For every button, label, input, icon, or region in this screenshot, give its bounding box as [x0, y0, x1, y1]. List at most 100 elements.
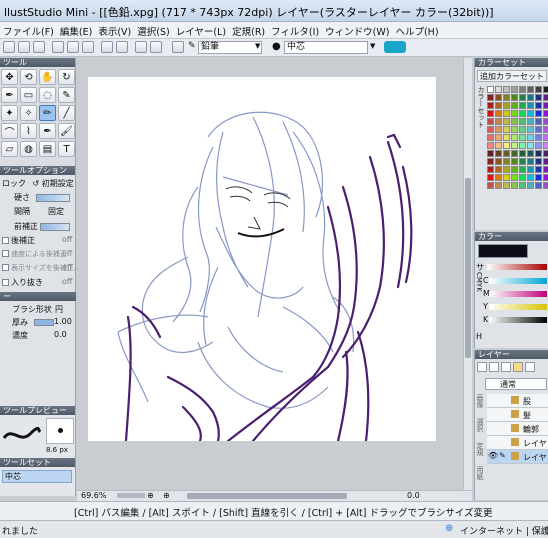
color-swatch[interactable]	[543, 150, 548, 157]
cut-icon[interactable]	[67, 41, 79, 53]
color-swatch[interactable]	[527, 174, 534, 181]
gradient-icon[interactable]: ▤	[39, 141, 56, 157]
color-swatch[interactable]	[527, 118, 534, 125]
rotate-icon[interactable]: ↻	[58, 69, 75, 85]
layer-item[interactable]: 輪郭	[487, 422, 548, 436]
color-swatch[interactable]	[487, 118, 494, 125]
color-swatch[interactable]	[503, 182, 510, 189]
pen-icon[interactable]: ✒	[39, 123, 56, 139]
color-swatch[interactable]	[511, 166, 518, 173]
hand-icon[interactable]: ✋	[39, 69, 56, 85]
menu-edit[interactable]: 編集(E)	[57, 22, 95, 38]
color-swatch[interactable]	[495, 126, 502, 133]
color-swatch[interactable]	[487, 174, 494, 181]
zoom-out-icon[interactable]	[150, 41, 162, 53]
color-swatch[interactable]	[519, 94, 526, 101]
color-swatch[interactable]	[503, 174, 510, 181]
move-icon[interactable]: ✥	[1, 69, 18, 85]
color-swatch[interactable]	[487, 182, 494, 189]
cmyk-mode-label[interactable]: CMYK	[475, 272, 483, 292]
scroll-thumb[interactable]	[465, 178, 471, 358]
color-swatch[interactable]	[527, 150, 534, 157]
entry-exit-checkbox[interactable]	[2, 279, 9, 286]
color-swatch[interactable]	[519, 110, 526, 117]
color-swatch[interactable]	[487, 166, 494, 173]
post-correction-row[interactable]: 後補正 off	[0, 235, 76, 247]
paste-icon[interactable]	[82, 41, 94, 53]
rotate-icon[interactable]: ⊕	[163, 491, 170, 500]
copy-icon[interactable]	[52, 41, 64, 53]
color-swatch[interactable]	[503, 126, 510, 133]
size-correction-row[interactable]: 表示サイズを後補正... off	[0, 263, 80, 275]
color-swatch[interactable]	[511, 182, 518, 189]
post-correction-checkbox[interactable]	[2, 237, 9, 244]
open-file-icon[interactable]	[18, 41, 30, 53]
tool-set-selected[interactable]: 中芯	[2, 470, 72, 483]
blend-mode-select[interactable]: 通常	[485, 378, 547, 390]
select-rect-icon[interactable]: ▭	[20, 87, 37, 103]
horizontal-scrollbar[interactable]	[187, 493, 347, 499]
new-layer-icon[interactable]	[477, 362, 487, 372]
reset-icon[interactable]: ↺	[33, 179, 40, 188]
color-swatch[interactable]	[527, 166, 534, 173]
curve-icon[interactable]: ⌒	[1, 123, 18, 139]
color-swatch[interactable]	[511, 118, 518, 125]
eyedropper-icon[interactable]: ✒	[1, 87, 18, 103]
color-swatch[interactable]	[527, 86, 534, 93]
color-swatch[interactable]	[543, 86, 548, 93]
eye-icon[interactable]: 👁	[488, 451, 498, 460]
color-swatch[interactable]	[535, 150, 542, 157]
color-swatch[interactable]	[503, 142, 510, 149]
color-swatch[interactable]	[495, 166, 502, 173]
zoom-slider[interactable]	[117, 493, 145, 498]
color-swatch[interactable]	[519, 126, 526, 133]
color-swatch[interactable]	[519, 134, 526, 141]
magenta-slider[interactable]	[489, 291, 547, 297]
color-swatch[interactable]	[527, 126, 534, 133]
pencil-icon[interactable]: ✏	[39, 105, 56, 121]
menu-file[interactable]: ファイル(F)	[0, 22, 57, 38]
color-swatch[interactable]	[495, 94, 502, 101]
select-wand-icon[interactable]: ✦	[1, 105, 18, 121]
color-swatch[interactable]	[487, 86, 494, 93]
color-swatch[interactable]	[511, 102, 518, 109]
color-swatch[interactable]	[487, 94, 494, 101]
color-swatch[interactable]	[511, 134, 518, 141]
eraser-icon[interactable]: ▱	[1, 141, 18, 157]
color-swatch[interactable]	[535, 166, 542, 173]
color-swatch[interactable]	[543, 142, 548, 149]
color-swatch[interactable]	[519, 142, 526, 149]
color-swatch[interactable]	[519, 102, 526, 109]
color-swatch[interactable]	[535, 134, 542, 141]
color-swatch[interactable]	[495, 182, 502, 189]
color-swatch[interactable]	[535, 174, 542, 181]
color-swatch[interactable]	[543, 174, 548, 181]
color-swatch[interactable]	[543, 118, 548, 125]
delete-layer-icon[interactable]	[525, 362, 535, 372]
lock-label[interactable]: ロック	[0, 179, 26, 188]
color-swatch[interactable]	[535, 94, 542, 101]
zoom-in-icon[interactable]	[135, 41, 147, 53]
polyline-icon[interactable]: ⌇	[20, 123, 37, 139]
redo-icon[interactable]	[116, 41, 128, 53]
menu-select[interactable]: 選択(S)	[134, 22, 172, 38]
layer-item[interactable]: 髪	[487, 408, 548, 422]
color-swatch[interactable]	[527, 134, 534, 141]
color-swatch[interactable]	[511, 86, 518, 93]
color-swatch[interactable]	[543, 102, 548, 109]
menu-layer[interactable]: レイヤー(L)	[173, 22, 229, 38]
color-swatch[interactable]	[503, 94, 510, 101]
color-swatch[interactable]	[487, 142, 494, 149]
add-color-set-button[interactable]: 追加カラーセット	[477, 70, 547, 82]
menu-window[interactable]: ウィンドウ(W)	[322, 22, 392, 38]
color-swatch[interactable]	[495, 118, 502, 125]
color-swatch[interactable]	[535, 158, 542, 165]
color-swatch[interactable]	[543, 94, 548, 101]
select-pen-icon[interactable]: ✎	[58, 87, 75, 103]
color-swatch[interactable]	[495, 86, 502, 93]
color-swatch[interactable]	[503, 158, 510, 165]
color-swatch[interactable]	[511, 150, 518, 157]
color-swatch[interactable]	[543, 158, 548, 165]
brush-icon[interactable]: 🖌	[58, 123, 75, 139]
layer-item[interactable]: レイヤ	[487, 436, 548, 450]
